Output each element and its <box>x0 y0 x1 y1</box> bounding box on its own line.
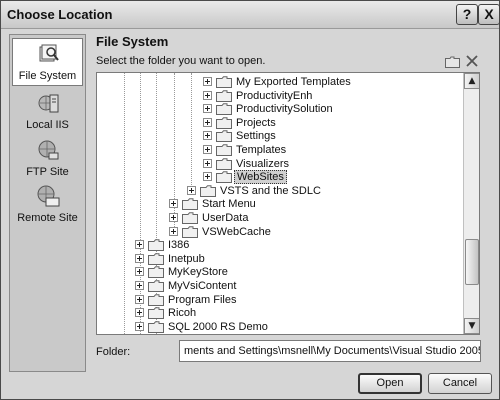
folder-icon <box>148 239 164 252</box>
folder-icon <box>182 198 198 211</box>
expand-toggle-icon[interactable] <box>135 253 144 263</box>
expand-toggle-icon[interactable] <box>203 145 212 154</box>
delete-icon[interactable] <box>465 54 479 68</box>
scroll-thumb[interactable] <box>465 239 479 285</box>
folder-icon <box>148 253 164 265</box>
folder-icon <box>182 225 198 238</box>
help-button[interactable]: ? <box>456 4 478 25</box>
expand-toggle-icon[interactable] <box>203 158 212 168</box>
cancel-button[interactable]: Cancel <box>428 373 492 394</box>
panel-heading: File System <box>96 34 169 49</box>
tree-node-label[interactable]: Templates <box>234 143 288 157</box>
scroll-up-button[interactable]: ▲ <box>464 73 479 89</box>
folder-icon <box>148 266 164 279</box>
title-bar[interactable]: Choose Location ? X <box>1 1 500 29</box>
file-system-icon <box>39 44 59 62</box>
expand-toggle-icon[interactable] <box>169 213 178 222</box>
place-label: File System <box>18 70 77 82</box>
remote-site-icon <box>37 185 60 207</box>
tree-node-label[interactable]: Settings <box>234 129 278 143</box>
place-remote-site[interactable]: Remote Site <box>12 181 83 229</box>
folder-label: Folder: <box>96 346 131 358</box>
tree-node-label[interactable]: MyKeyStore <box>166 265 230 279</box>
tree-node-label[interactable]: Projects <box>234 116 278 130</box>
tree-node-label[interactable]: ProductivityEnh <box>234 89 314 103</box>
expand-toggle-icon[interactable] <box>135 240 144 250</box>
expand-toggle-icon[interactable] <box>203 77 212 86</box>
local-iis-icon <box>38 94 59 113</box>
tree-node-label[interactable]: Program Files <box>166 293 238 307</box>
location-type-sidebar: File System Local IIS FTP Site Remote Si… <box>9 34 86 372</box>
expand-toggle-icon[interactable] <box>203 172 212 182</box>
expand-toggle-icon[interactable] <box>187 185 196 195</box>
tree-node-label[interactable]: Ricoh <box>166 306 198 320</box>
folder-icon <box>216 89 232 102</box>
tree-node-label[interactable]: I386 <box>166 238 191 252</box>
expand-toggle-icon[interactable] <box>135 321 144 331</box>
folder-icon <box>148 280 164 292</box>
tree-node-label[interactable]: Start Menu <box>200 197 258 211</box>
new-folder-icon[interactable] <box>445 56 460 68</box>
tree-guide-line <box>124 73 125 334</box>
tree-node-label[interactable]: WebSites <box>234 170 287 185</box>
expand-toggle-icon[interactable] <box>203 104 212 114</box>
tree-node-label[interactable]: My Exported Templates <box>234 75 353 89</box>
folder-icon <box>216 171 232 184</box>
ftp-site-icon <box>38 140 59 160</box>
tree-node-label[interactable]: VSTS and the SDLC <box>218 184 323 198</box>
expand-toggle-icon[interactable] <box>135 294 144 304</box>
close-button[interactable]: X <box>478 4 500 25</box>
expand-toggle-icon[interactable] <box>203 117 212 127</box>
choose-location-dialog: Choose Location ? X File System Local II… <box>0 0 500 400</box>
place-label: Local IIS <box>26 119 69 131</box>
place-ftp-site[interactable]: FTP Site <box>12 135 83 183</box>
expand-toggle-icon[interactable] <box>169 199 178 209</box>
place-label: Remote Site <box>17 212 78 224</box>
folder-path-field[interactable]: ments and Settings\msnell\My Documents\V… <box>179 340 481 362</box>
expand-toggle-icon[interactable] <box>169 226 178 236</box>
scroll-down-button[interactable]: ▼ <box>464 318 479 334</box>
tree-vertical-scrollbar[interactable]: ▲ ▼ <box>463 73 479 334</box>
tree-node-label[interactable]: Visualizers <box>234 157 291 171</box>
folder-icon <box>148 293 164 306</box>
tree-node-label[interactable]: UserData <box>200 211 250 225</box>
place-file-system[interactable]: File System <box>12 38 83 86</box>
expand-toggle-icon[interactable] <box>203 131 212 141</box>
tree-node-label[interactable]: SQL 2000 RS Demo <box>166 320 270 334</box>
tree-node-label[interactable]: VSWebCache <box>200 225 273 239</box>
tree-node-label[interactable]: Inetpub <box>166 252 207 266</box>
folder-icon <box>216 130 232 143</box>
folder-icon <box>148 307 164 320</box>
dialog-title: Choose Location <box>7 7 113 22</box>
folder-icon <box>216 144 232 156</box>
tree-guide-line <box>191 73 192 187</box>
folder-icon <box>216 157 232 170</box>
folder-icon <box>182 212 198 224</box>
folder-icon <box>148 321 164 333</box>
folder-tree[interactable]: My Exported Templates ProductivityEnh Prod… <box>96 72 480 335</box>
tree-node-label[interactable]: MyVsiContent <box>166 279 238 293</box>
folder-icon <box>216 76 232 88</box>
folder-icon <box>200 185 216 197</box>
folder-icon <box>216 117 232 129</box>
expand-toggle-icon[interactable] <box>135 267 144 277</box>
tree-node-label[interactable]: ProductivitySolution <box>234 102 335 116</box>
place-label: FTP Site <box>26 166 69 178</box>
expand-toggle-icon[interactable] <box>135 308 144 318</box>
expand-toggle-icon[interactable] <box>135 281 144 290</box>
place-local-iis[interactable]: Local IIS <box>12 88 83 136</box>
tree-guide-line <box>174 73 175 233</box>
folder-icon <box>216 103 232 116</box>
open-button[interactable]: Open <box>358 373 422 394</box>
instruction-text: Select the folder you want to open. <box>96 55 266 67</box>
expand-toggle-icon[interactable] <box>203 90 212 100</box>
